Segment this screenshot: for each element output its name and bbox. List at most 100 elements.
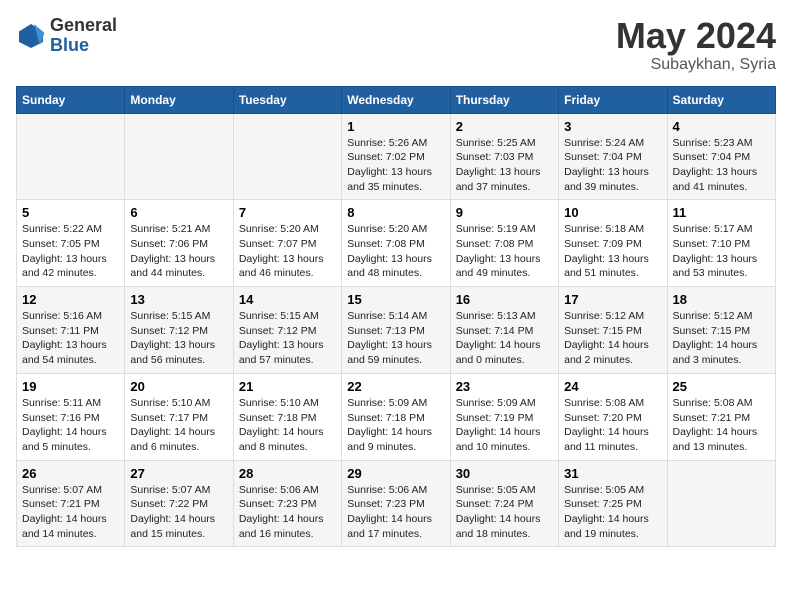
cell-text: Daylight: 13 hours — [347, 252, 444, 267]
cell-text: and 48 minutes. — [347, 266, 444, 281]
cell-text: Sunset: 7:09 PM — [564, 237, 661, 252]
calendar-cell — [17, 113, 125, 200]
day-number: 10 — [564, 205, 661, 220]
cell-text: Daylight: 13 hours — [347, 338, 444, 353]
day-number: 24 — [564, 379, 661, 394]
day-number: 17 — [564, 292, 661, 307]
calendar-cell: 29Sunrise: 5:06 AMSunset: 7:23 PMDayligh… — [342, 460, 450, 547]
cell-text: and 51 minutes. — [564, 266, 661, 281]
calendar-cell: 2Sunrise: 5:25 AMSunset: 7:03 PMDaylight… — [450, 113, 558, 200]
cell-text: Sunset: 7:03 PM — [456, 150, 553, 165]
cell-text: Sunset: 7:02 PM — [347, 150, 444, 165]
cell-text: Daylight: 13 hours — [239, 252, 336, 267]
cell-text: Sunset: 7:05 PM — [22, 237, 119, 252]
cell-text: and 11 minutes. — [564, 440, 661, 455]
cell-text: and 9 minutes. — [347, 440, 444, 455]
weekday-header: Sunday — [17, 86, 125, 113]
cell-text: and 6 minutes. — [130, 440, 227, 455]
cell-text: and 0 minutes. — [456, 353, 553, 368]
logo-icon — [16, 21, 46, 51]
cell-text: Daylight: 13 hours — [564, 165, 661, 180]
calendar-cell: 10 Sunrise: 5:18 AMSunset: 7:09 PMDayligh… — [559, 200, 667, 287]
calendar-cell: 13Sunrise: 5:15 AMSunset: 7:12 PMDayligh… — [125, 287, 233, 374]
cell-text: Sunrise: 5:20 AM — [239, 222, 336, 237]
calendar-cell: 3Sunrise: 5:24 AMSunset: 7:04 PMDaylight… — [559, 113, 667, 200]
cell-text: Sunrise: 5:15 AM — [239, 309, 336, 324]
weekday-header: Monday — [125, 86, 233, 113]
cell-text: Sunrise: 5:18 AM — [564, 222, 661, 237]
calendar-body: 1Sunrise: 5:26 AMSunset: 7:02 PMDaylight… — [17, 113, 776, 547]
logo-text: General Blue — [50, 16, 117, 56]
cell-text: Sunset: 7:15 PM — [564, 324, 661, 339]
cell-text: Sunset: 7:14 PM — [456, 324, 553, 339]
cell-text: Sunrise: 5:05 AM — [564, 483, 661, 498]
cell-text: Sunset: 7:23 PM — [239, 497, 336, 512]
cell-text: Daylight: 13 hours — [456, 165, 553, 180]
day-number: 3 — [564, 119, 661, 134]
cell-text: Sunrise: 5:06 AM — [347, 483, 444, 498]
header-row: SundayMondayTuesdayWednesdayThursdayFrid… — [17, 86, 776, 113]
logo-general: General — [50, 16, 117, 36]
day-number: 11 — [673, 205, 770, 220]
calendar-cell: 22Sunrise: 5:09 AMSunset: 7:18 PMDayligh… — [342, 373, 450, 460]
title-block: May 2024 Subaykhan, Syria — [616, 16, 776, 74]
cell-text: Daylight: 13 hours — [130, 338, 227, 353]
cell-text: Sunrise: 5:24 AM — [564, 136, 661, 151]
cell-text: Sunrise: 5:16 AM — [22, 309, 119, 324]
cell-text: Daylight: 13 hours — [564, 252, 661, 267]
cell-text: Daylight: 14 hours — [130, 512, 227, 527]
page-header: General Blue May 2024 Subaykhan, Syria — [16, 16, 776, 74]
cell-text: Sunrise: 5:15 AM — [130, 309, 227, 324]
day-number: 23 — [456, 379, 553, 394]
cell-text: Daylight: 14 hours — [456, 425, 553, 440]
cell-text: and 16 minutes. — [239, 527, 336, 542]
calendar-cell: 6Sunrise: 5:21 AMSunset: 7:06 PMDaylight… — [125, 200, 233, 287]
calendar-cell — [125, 113, 233, 200]
day-number: 19 — [22, 379, 119, 394]
cell-text: Sunrise: 5:20 AM — [347, 222, 444, 237]
cell-text: Sunrise: 5:26 AM — [347, 136, 444, 151]
calendar-cell: 9Sunrise: 5:19 AMSunset: 7:08 PMDaylight… — [450, 200, 558, 287]
calendar-cell: 7Sunrise: 5:20 AMSunset: 7:07 PMDaylight… — [233, 200, 341, 287]
day-number: 8 — [347, 205, 444, 220]
cell-text: Sunrise: 5:23 AM — [673, 136, 770, 151]
day-number: 28 — [239, 466, 336, 481]
day-number: 15 — [347, 292, 444, 307]
logo-blue: Blue — [50, 36, 117, 56]
cell-text: Sunset: 7:20 PM — [564, 411, 661, 426]
calendar-cell: 11Sunrise: 5:17 AMSunset: 7:10 PMDayligh… — [667, 200, 775, 287]
cell-text: Daylight: 14 hours — [564, 512, 661, 527]
calendar-cell: 27Sunrise: 5:07 AMSunset: 7:22 PMDayligh… — [125, 460, 233, 547]
day-number: 7 — [239, 205, 336, 220]
cell-text: Sunset: 7:11 PM — [22, 324, 119, 339]
calendar-cell: 5Sunrise: 5:22 AMSunset: 7:05 PMDaylight… — [17, 200, 125, 287]
cell-text: Daylight: 13 hours — [239, 338, 336, 353]
cell-text: and 8 minutes. — [239, 440, 336, 455]
calendar-cell — [233, 113, 341, 200]
day-number: 16 — [456, 292, 553, 307]
cell-text: Sunrise: 5:05 AM — [456, 483, 553, 498]
cell-text: Sunset: 7:15 PM — [673, 324, 770, 339]
cell-text: Sunrise: 5:09 AM — [456, 396, 553, 411]
cell-text: Sunset: 7:23 PM — [347, 497, 444, 512]
calendar-cell: 21Sunrise: 5:10 AMSunset: 7:18 PMDayligh… — [233, 373, 341, 460]
calendar-cell: 19Sunrise: 5:11 AMSunset: 7:16 PMDayligh… — [17, 373, 125, 460]
calendar-cell: 8Sunrise: 5:20 AMSunset: 7:08 PMDaylight… — [342, 200, 450, 287]
cell-text: and 42 minutes. — [22, 266, 119, 281]
calendar-cell: 24Sunrise: 5:08 AMSunset: 7:20 PMDayligh… — [559, 373, 667, 460]
calendar-cell: 14Sunrise: 5:15 AMSunset: 7:12 PMDayligh… — [233, 287, 341, 374]
cell-text: and 53 minutes. — [673, 266, 770, 281]
calendar-cell: 17Sunrise: 5:12 AMSunset: 7:15 PMDayligh… — [559, 287, 667, 374]
day-number: 20 — [130, 379, 227, 394]
weekday-header: Tuesday — [233, 86, 341, 113]
cell-text: Sunset: 7:04 PM — [673, 150, 770, 165]
cell-text: Daylight: 14 hours — [239, 425, 336, 440]
cell-text: Daylight: 14 hours — [22, 512, 119, 527]
cell-text: Sunrise: 5:21 AM — [130, 222, 227, 237]
cell-text: Sunrise: 5:07 AM — [130, 483, 227, 498]
day-number: 6 — [130, 205, 227, 220]
day-number: 22 — [347, 379, 444, 394]
cell-text: Sunrise: 5:12 AM — [673, 309, 770, 324]
cell-text: and 14 minutes. — [22, 527, 119, 542]
cell-text: Sunset: 7:16 PM — [22, 411, 119, 426]
